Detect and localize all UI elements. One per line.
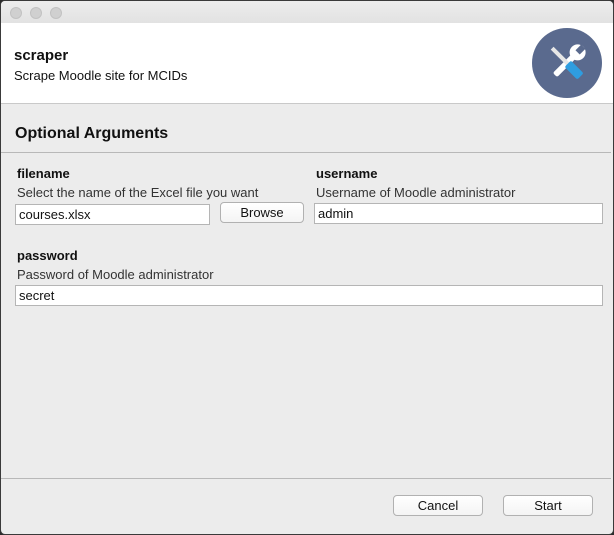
password-input[interactable] <box>15 285 603 306</box>
username-help: Username of Moodle administrator <box>316 185 516 200</box>
password-label: password <box>17 248 78 263</box>
zoom-window-button[interactable] <box>50 7 62 19</box>
app-title: scraper <box>14 47 69 64</box>
cancel-button[interactable]: Cancel <box>393 495 483 516</box>
title-bar[interactable] <box>1 1 613 23</box>
app-subtitle: Scrape Moodle site for MCIDs <box>14 68 188 83</box>
username-label: username <box>316 166 378 181</box>
close-window-button[interactable] <box>10 7 22 19</box>
password-help: Password of Moodle administrator <box>17 267 214 282</box>
app-window: scraper Scrape Moodle site for MCIDs Opt… <box>0 0 614 535</box>
minimize-window-button[interactable] <box>30 7 42 19</box>
tools-icon <box>532 28 602 98</box>
start-button[interactable]: Start <box>503 495 593 516</box>
section-title: Optional Arguments <box>15 125 169 142</box>
filename-input[interactable] <box>15 204 210 225</box>
username-input[interactable] <box>314 203 603 224</box>
browse-button[interactable]: Browse <box>220 202 304 223</box>
filename-help: Select the name of the Excel file you wa… <box>17 185 259 200</box>
section-divider <box>1 152 611 153</box>
footer-divider <box>1 478 611 479</box>
filename-label: filename <box>17 166 70 181</box>
header-panel: scraper Scrape Moodle site for MCIDs <box>1 23 613 104</box>
